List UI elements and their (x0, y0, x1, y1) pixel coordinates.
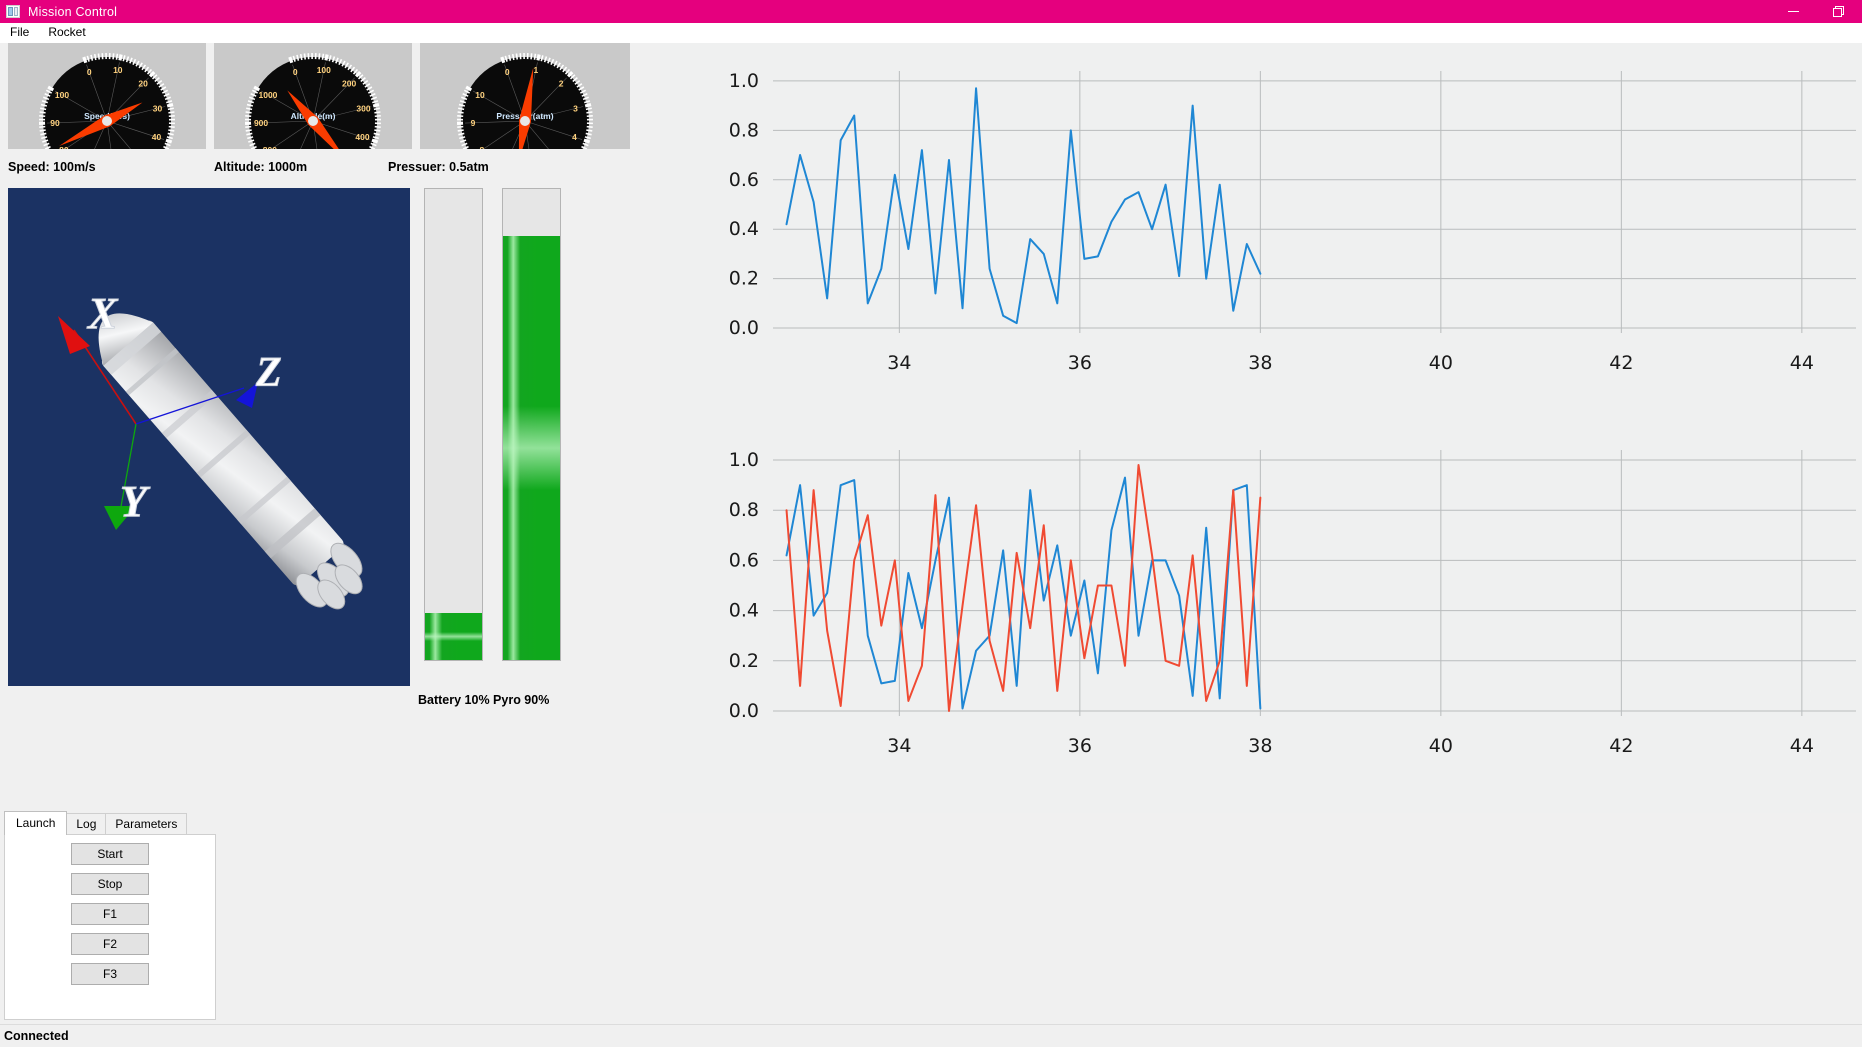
svg-text:44: 44 (1790, 735, 1814, 757)
svg-text:0: 0 (293, 67, 298, 77)
svg-text:36: 36 (1068, 735, 1092, 757)
svg-text:36: 36 (1068, 352, 1092, 374)
altitude-gauge: 01002003004005006007008009001000Altitude… (214, 43, 412, 149)
bars-label: Battery 10% Pyro 90% (418, 693, 550, 707)
restore-button[interactable] (1816, 0, 1862, 23)
pressure-gauge: 012345678910Pressuer(atm) (420, 43, 630, 149)
svg-text:0.2: 0.2 (729, 650, 759, 672)
svg-text:40: 40 (1429, 352, 1453, 374)
svg-text:1000: 1000 (259, 90, 278, 100)
start-button[interactable]: Start (71, 843, 149, 865)
title-bar[interactable]: Mission Control (0, 0, 1862, 23)
tab-strip: Launch Log Parameters (4, 811, 188, 835)
telemetry-chart-bottom[interactable]: 0.0 0.2 0.4 0.6 0.8 1.0 34 36 38 40 42 44 (660, 428, 1862, 813)
minimize-button[interactable] (1770, 0, 1816, 23)
svg-text:400: 400 (355, 132, 369, 142)
svg-text:900: 900 (254, 118, 268, 128)
svg-text:20: 20 (138, 79, 148, 89)
svg-text:1.0: 1.0 (729, 70, 759, 92)
menu-item-rocket[interactable]: Rocket (44, 23, 94, 42)
rocket-3d-view[interactable]: X Z Y (8, 188, 410, 686)
svg-text:40: 40 (1429, 735, 1453, 757)
main-content: 0102030405060708090100Speed(m/s) 0100200… (0, 43, 1862, 813)
connection-status: Connected (4, 1029, 69, 1043)
svg-text:80: 80 (59, 145, 69, 149)
svg-text:42: 42 (1609, 735, 1633, 757)
telemetry-chart-top[interactable]: 0.0 0.2 0.4 0.6 0.8 1.0 34 36 38 40 42 44 (660, 43, 1862, 428)
svg-text:9: 9 (471, 118, 476, 128)
tab-parameters[interactable]: Parameters (105, 813, 188, 835)
svg-text:38: 38 (1248, 735, 1272, 757)
window-title: Mission Control (28, 4, 118, 19)
svg-text:0: 0 (87, 67, 92, 77)
menu-bar: File Rocket (0, 23, 1862, 43)
svg-text:2: 2 (559, 79, 564, 89)
svg-text:42: 42 (1609, 352, 1633, 374)
svg-text:300: 300 (356, 103, 370, 113)
f1-button[interactable]: F1 (71, 903, 149, 925)
svg-text:Y: Y (120, 477, 151, 526)
svg-text:Z: Z (255, 350, 282, 396)
svg-text:1.0: 1.0 (729, 449, 759, 471)
stop-button[interactable]: Stop (71, 873, 149, 895)
svg-text:8: 8 (480, 145, 485, 149)
left-column: 0102030405060708090100Speed(m/s) 0100200… (8, 43, 648, 707)
svg-text:0.0: 0.0 (729, 317, 759, 339)
svg-text:38: 38 (1248, 352, 1272, 374)
svg-text:100: 100 (55, 90, 69, 100)
svg-text:30: 30 (153, 103, 163, 113)
bar-group (424, 188, 561, 686)
speed-readout: Speed: 100m/s (8, 160, 96, 174)
svg-text:90: 90 (50, 118, 60, 128)
svg-text:0.8: 0.8 (729, 119, 759, 141)
svg-text:X: X (86, 289, 119, 338)
launch-tab-panel: Start Stop F1 F2 F3 (4, 834, 216, 1020)
pyro-bar (502, 188, 561, 661)
launch-button-list: Start Stop F1 F2 F3 (5, 835, 215, 985)
app-window-icon (6, 5, 20, 18)
svg-text:10: 10 (113, 65, 123, 75)
svg-text:800: 800 (263, 145, 277, 149)
svg-text:0: 0 (505, 67, 510, 77)
viewport-row: X Z Y (8, 188, 648, 686)
f3-button[interactable]: F3 (71, 963, 149, 985)
window-controls (1770, 0, 1862, 23)
svg-text:44: 44 (1790, 352, 1814, 374)
svg-text:0.4: 0.4 (729, 218, 759, 240)
tab-launch[interactable]: Launch (4, 811, 68, 835)
svg-text:40: 40 (152, 132, 162, 142)
svg-text:200: 200 (342, 79, 356, 89)
svg-text:100: 100 (317, 65, 331, 75)
battery-bar (424, 188, 483, 661)
chart-area: 0.0 0.2 0.4 0.6 0.8 1.0 34 36 38 40 42 44 0.0 0.2 0.4… (660, 43, 1862, 813)
f2-button[interactable]: F2 (71, 933, 149, 955)
gauge-row: 0102030405060708090100Speed(m/s) 0100200… (8, 43, 648, 149)
speed-gauge: 0102030405060708090100Speed(m/s) (8, 43, 206, 149)
menu-item-file[interactable]: File (6, 23, 38, 42)
svg-text:0.2: 0.2 (729, 268, 759, 290)
svg-text:3: 3 (573, 103, 578, 113)
svg-text:34: 34 (887, 735, 911, 757)
svg-text:34: 34 (887, 352, 911, 374)
svg-text:0.4: 0.4 (729, 600, 759, 622)
svg-text:1: 1 (533, 65, 538, 75)
altitude-readout: Altitude: 1000m (214, 160, 308, 174)
svg-text:4: 4 (572, 132, 577, 142)
svg-text:0.0: 0.0 (729, 700, 759, 722)
readout-row: Speed: 100m/s Altitude: 1000m Pressuer: … (8, 160, 648, 174)
svg-text:0.6: 0.6 (729, 549, 759, 571)
status-bar: Connected (0, 1024, 1862, 1047)
pressure-readout: Pressuer: 0.5atm (388, 160, 489, 174)
svg-text:0.8: 0.8 (729, 499, 759, 521)
svg-text:0.6: 0.6 (729, 169, 759, 191)
svg-text:10: 10 (475, 90, 485, 100)
tab-log[interactable]: Log (66, 813, 107, 835)
bottom-panel: Launch Log Parameters Start Stop F1 F2 F… (0, 811, 1862, 1024)
